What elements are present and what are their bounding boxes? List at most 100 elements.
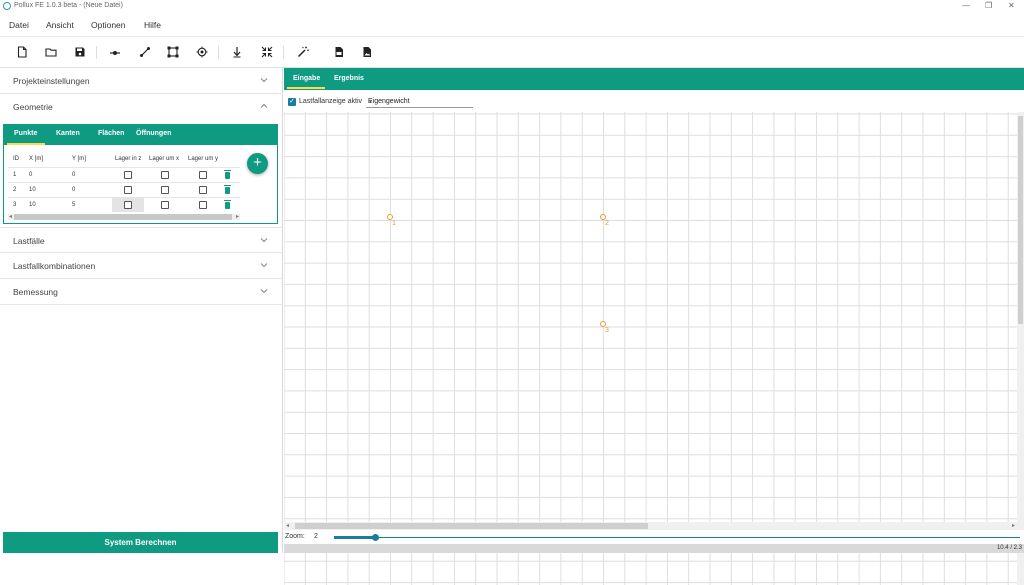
drawing-canvas[interactable]: 1 2 3 (284, 112, 1020, 585)
chevron-down-icon (260, 78, 268, 83)
title-bar: Pollux FE 1.0.3 beta - (Neue Datei) — ❐ … (0, 0, 1024, 13)
cell-y[interactable]: 0 (72, 172, 75, 178)
scrollbar-thumb[interactable] (1018, 116, 1023, 324)
cell-y[interactable]: 0 (72, 187, 75, 193)
tab-flaechen[interactable]: Flächen (98, 130, 124, 137)
col-lager-x: Lager um x (149, 156, 180, 162)
scroll-right-arrow[interactable]: ▸ (236, 213, 239, 220)
compress-icon[interactable] (260, 45, 274, 59)
section-label: Lastfälle (13, 236, 45, 246)
toolbar-separator (96, 46, 97, 59)
cell-id: 1 (13, 172, 17, 178)
add-edge-icon[interactable] (138, 45, 152, 59)
section-label: Geometrie (13, 102, 53, 112)
trash-icon[interactable] (224, 185, 231, 194)
section-bemessung[interactable]: Bemessung (0, 279, 283, 305)
checkbox-lager-x[interactable] (161, 186, 169, 194)
trash-icon[interactable] (224, 200, 231, 209)
export-image-icon[interactable] (360, 45, 374, 59)
col-x: X [m] (29, 156, 44, 162)
calculate-button[interactable]: System Berechnen (3, 532, 278, 553)
geometry-tabs: Punkte Kanten Flächen Öffnungen (4, 125, 277, 145)
section-lastfaelle[interactable]: Lastfälle (0, 227, 283, 253)
main-area: Eingabe Ergebnis ✓ Lastfallanzeige aktiv… (284, 68, 1024, 585)
toolbar-separator (283, 46, 284, 59)
cell-id: 3 (13, 202, 17, 208)
tab-punkte[interactable]: Punkte (14, 130, 37, 137)
node-label: 1 (392, 220, 396, 227)
active-tab-indicator (287, 87, 325, 89)
menu-hilfe[interactable]: Hilfe (144, 20, 161, 30)
table-divider (8, 182, 240, 183)
section-projekteinstellungen[interactable]: Projekteinstellungen (0, 68, 283, 94)
col-lager-z: Lager in z (115, 156, 142, 162)
maximize-button[interactable]: ❐ (985, 1, 992, 10)
zoom-slider-track[interactable] (334, 537, 1020, 538)
cursor-coordinates: 10.4 / 2.3 (996, 545, 1022, 551)
grid-lines (284, 112, 1020, 585)
geometry-panel: Punkte Kanten Flächen Öffnungen ID X [m]… (3, 124, 278, 224)
checkbox-lager-x[interactable] (161, 171, 169, 179)
tab-eingabe[interactable]: Eingabe (293, 75, 320, 82)
scrollbar-thumb[interactable] (14, 214, 232, 220)
save-icon[interactable] (73, 45, 87, 59)
magic-wand-icon[interactable] (296, 45, 310, 59)
zoom-value: 2 (314, 533, 318, 540)
menu-optionen[interactable]: Optionen (91, 20, 126, 30)
menu-datei[interactable]: Datei (9, 20, 29, 30)
trash-icon[interactable] (224, 170, 231, 179)
checkbox-lager-z[interactable] (124, 186, 132, 194)
table-scrollbar[interactable]: ◂ ▸ (8, 214, 240, 220)
canvas-horizontal-scrollbar[interactable]: ◂ ▸ (284, 522, 1017, 530)
tab-oeffnungen[interactable]: Öffnungen (136, 130, 171, 137)
checkbox-lager-z[interactable] (124, 171, 132, 179)
load-arrow-icon[interactable] (230, 45, 244, 59)
cell-x[interactable]: 10 (29, 202, 36, 208)
sidebar: Projekteinstellungen Geometrie Punkte Ka… (0, 68, 283, 553)
canvas-vertical-scrollbar[interactable] (1017, 112, 1024, 585)
cell-y[interactable]: 5 (72, 202, 75, 208)
checkbox-lager-y[interactable] (199, 186, 207, 194)
menu-bar: Datei Ansicht Optionen Hilfe (0, 13, 1024, 37)
section-lastfallkombinationen[interactable]: Lastfallkombinationen (0, 253, 283, 279)
section-label: Projekteinstellungen (13, 76, 90, 86)
node-label: 3 (605, 326, 609, 334)
loadcase-toggle-checkbox[interactable]: ✓ (288, 98, 296, 106)
section-geometrie[interactable]: Geometrie (0, 94, 283, 120)
table-divider (8, 167, 240, 168)
loadcase-toggle-label: Lastfallanzeige aktiv (299, 98, 363, 105)
loadcase-select[interactable]: Eigengewicht ▼ (366, 96, 473, 108)
export-pdf-icon[interactable] (332, 45, 346, 59)
zoom-slider-handle[interactable] (372, 534, 380, 541)
toolbar (0, 37, 1024, 68)
new-file-icon[interactable] (15, 45, 29, 59)
scroll-right-arrow[interactable]: ▸ (1012, 522, 1015, 529)
minimize-button[interactable]: — (962, 1, 970, 10)
add-point-button[interactable]: + (247, 153, 268, 174)
checkbox-lager-x[interactable] (161, 201, 169, 209)
status-bar: 10.4 / 2.3 (284, 544, 1024, 553)
close-button[interactable]: ✕ (1008, 1, 1015, 10)
add-point-icon[interactable] (108, 45, 122, 59)
cell-x[interactable]: 0 (29, 172, 32, 178)
menu-ansicht[interactable]: Ansicht (46, 20, 74, 30)
checkbox-lager-y[interactable] (199, 171, 207, 179)
chevron-up-icon (260, 103, 268, 108)
scroll-left-arrow[interactable]: ◂ (9, 213, 12, 220)
tab-kanten[interactable]: Kanten (56, 130, 80, 137)
open-folder-icon[interactable] (44, 45, 58, 59)
section-label: Lastfallkombinationen (13, 261, 96, 271)
cell-x[interactable]: 10 (29, 187, 36, 193)
section-label: Bemessung (13, 287, 58, 297)
app-logo-icon (3, 2, 11, 10)
scroll-left-arrow[interactable]: ◂ (286, 522, 289, 529)
checkbox-lager-z[interactable] (124, 201, 132, 209)
add-area-icon[interactable] (166, 45, 180, 59)
active-tab-indicator (7, 143, 45, 145)
checkbox-lager-y[interactable] (199, 201, 207, 209)
scrollbar-thumb[interactable] (295, 523, 648, 529)
tab-ergebnis[interactable]: Ergebnis (334, 75, 364, 82)
chevron-down-icon (260, 263, 268, 268)
target-icon[interactable] (195, 45, 209, 59)
zoom-slider-fill (334, 536, 376, 539)
